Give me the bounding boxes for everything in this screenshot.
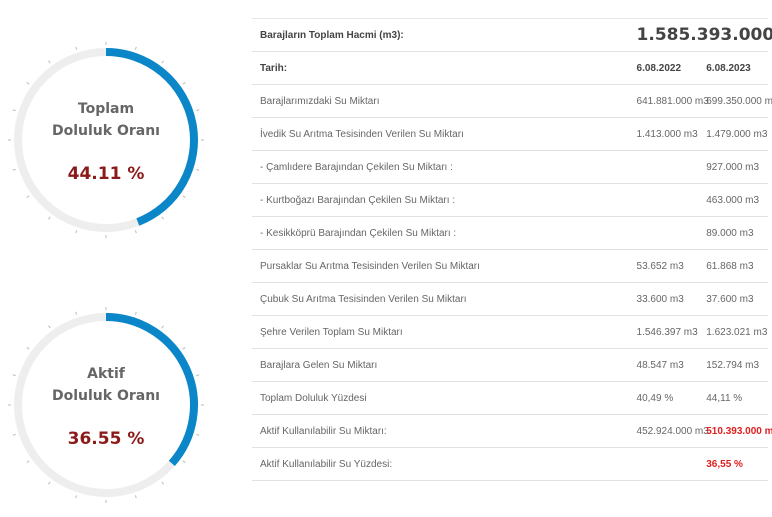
row-value-2022: 53.652 m3 <box>628 249 699 283</box>
active-fill-gauge: Aktif Doluluk Oranı 36.55 % <box>8 307 204 503</box>
gauge-tick <box>182 460 186 464</box>
total-gauge-title: Toplam Doluluk Oranı <box>8 98 204 142</box>
table-row: Şehre Verilen Toplam Su Miktarı 1.546.397… <box>252 315 768 349</box>
row-value-2022: 1.546.397 m3 <box>628 315 699 349</box>
table-row: Barajlara Gelen Su Miktarı 48.547 m3 152.7… <box>252 348 768 382</box>
gauge-tick <box>75 311 78 315</box>
gauge-tick <box>134 495 137 499</box>
row-value-2022: 641.881.000 m3 <box>628 84 709 118</box>
gauge-tick <box>182 346 186 350</box>
date-2023: 6.08.2023 <box>698 51 768 85</box>
gauge-tick <box>47 60 51 64</box>
gauge-tick <box>47 325 51 329</box>
total-fill-gauge: Toplam Doluluk Oranı 44.11 % <box>8 42 204 238</box>
row-value-2023: 1.623.021 m3 <box>698 315 768 349</box>
row-value-2022: 33.600 m3 <box>628 282 699 316</box>
row-label: - Kurtboğazı Barajından Çekilen Su Mikta… <box>252 183 629 217</box>
gauge-tick <box>134 230 137 234</box>
gauge-tick <box>26 346 30 350</box>
row-value-2023: 44,11 % <box>698 381 768 415</box>
table-row: Pursaklar Su Arıtma Tesisinden Verilen S… <box>252 249 768 283</box>
gauge-tick <box>161 325 165 329</box>
date-header-row: Tarih: 6.08.2022 6.08.2023 <box>252 51 768 85</box>
row-label: Aktif Kullanılabilir Su Miktarı: <box>252 414 629 448</box>
table-row: - Kurtboğazı Barajından Çekilen Su Mikta… <box>252 183 768 217</box>
row-value-2022 <box>628 216 699 250</box>
total-volume-value: 1.585.393.000 <box>628 18 772 52</box>
gauge-tick <box>47 481 51 485</box>
row-label: Toplam Doluluk Yüzdesi <box>252 381 629 415</box>
gauge-tick <box>75 230 78 234</box>
table-row: Barajlarımızdaki Su Miktarı 641.881.000 m… <box>252 84 772 118</box>
gauge-tick <box>26 195 30 199</box>
gauge-tick <box>182 81 186 85</box>
row-value-2022 <box>628 183 699 217</box>
gauge-tick <box>75 495 78 499</box>
total-gauge-title-line2: Doluluk Oranı <box>52 123 160 139</box>
row-label: Pursaklar Su Arıtma Tesisinden Verilen S… <box>252 249 629 283</box>
row-value-2023: 36,55 % <box>698 447 768 481</box>
gauge-tick <box>26 81 30 85</box>
row-value-2022: 1.413.000 m3 <box>628 117 699 151</box>
gauge-tick <box>47 216 51 220</box>
row-value-2023: 89.000 m3 <box>698 216 768 250</box>
gauge-tick <box>161 481 165 485</box>
row-label: Barajlara Gelen Su Miktarı <box>252 348 629 382</box>
table-row: - Çamlıdere Barajından Çekilen Su Miktar… <box>252 150 768 184</box>
row-value-2023: 37.600 m3 <box>698 282 768 316</box>
gauge-tick <box>134 311 137 315</box>
row-value-2022: 48.547 m3 <box>628 348 699 382</box>
row-label: İvedik Su Arıtma Tesisinden Verilen Su M… <box>252 117 629 151</box>
date-2022: 6.08.2022 <box>628 51 699 85</box>
active-gauge-title-line1: Aktif <box>87 366 125 382</box>
table-row: Toplam Doluluk Yüzdesi 40,49 % 44,11 % <box>252 381 768 415</box>
table-row: Aktif Kullanılabilir Su Miktarı: 452.924.… <box>252 414 772 448</box>
row-value-2022: 452.924.000 m3 <box>628 414 709 448</box>
row-label: Aktif Kullanılabilir Su Yüzdesi: <box>252 447 629 481</box>
row-value-2023: 1.479.000 m3 <box>698 117 768 151</box>
row-label: Çubuk Su Arıtma Tesisinden Verilen Su Mi… <box>252 282 629 316</box>
row-value-2023: 463.000 m3 <box>698 183 768 217</box>
row-label: - Kesikköprü Barajından Çekilen Su Mikta… <box>252 216 629 250</box>
total-gauge-title-line1: Toplam <box>77 101 135 117</box>
row-value-2023: 699.350.000 m3 <box>698 84 772 118</box>
table-row: İvedik Su Arıtma Tesisinden Verilen Su M… <box>252 117 768 151</box>
active-gauge-value: 36.55 % <box>67 429 145 449</box>
active-gauge-title-line2: Doluluk Oranı <box>52 388 160 404</box>
row-value-2022 <box>628 150 699 184</box>
date-label: Tarih: <box>252 51 629 85</box>
gauge-tick <box>75 46 78 50</box>
table-row: Aktif Kullanılabilir Su Yüzdesi: 36,55 % <box>252 447 768 481</box>
table-row: - Kesikköprü Barajından Çekilen Su Mikta… <box>252 216 768 250</box>
active-gauge-title: Aktif Doluluk Oranı <box>8 363 204 407</box>
row-value-2023: 61.868 m3 <box>698 249 768 283</box>
gauge-tick <box>134 46 137 50</box>
gauge-tick <box>161 216 165 220</box>
row-value-2022: 40,49 % <box>628 381 699 415</box>
row-value-2023: 510.393.000 m3 <box>698 414 772 448</box>
total-volume-label: Barajların Toplam Hacmi (m3): <box>252 18 629 52</box>
row-value-2023: 152.794 m3 <box>698 348 768 382</box>
row-value-2023: 927.000 m3 <box>698 150 768 184</box>
row-label: - Çamlıdere Barajından Çekilen Su Miktar… <box>252 150 629 184</box>
row-value-2022 <box>628 447 699 481</box>
gauge-tick <box>161 60 165 64</box>
row-label: Şehre Verilen Toplam Su Miktarı <box>252 315 629 349</box>
dam-statistics-table: Barajların Toplam Hacmi (m3): 1.585.393.… <box>252 18 772 481</box>
gauge-tick <box>26 460 30 464</box>
table-row: Çubuk Su Arıtma Tesisinden Verilen Su Mi… <box>252 282 768 316</box>
total-volume-row: Barajların Toplam Hacmi (m3): 1.585.393.… <box>252 18 772 52</box>
row-label: Barajlarımızdaki Su Miktarı <box>252 84 629 118</box>
total-gauge-value: 44.11 % <box>67 164 145 184</box>
gauge-tick <box>182 195 186 199</box>
